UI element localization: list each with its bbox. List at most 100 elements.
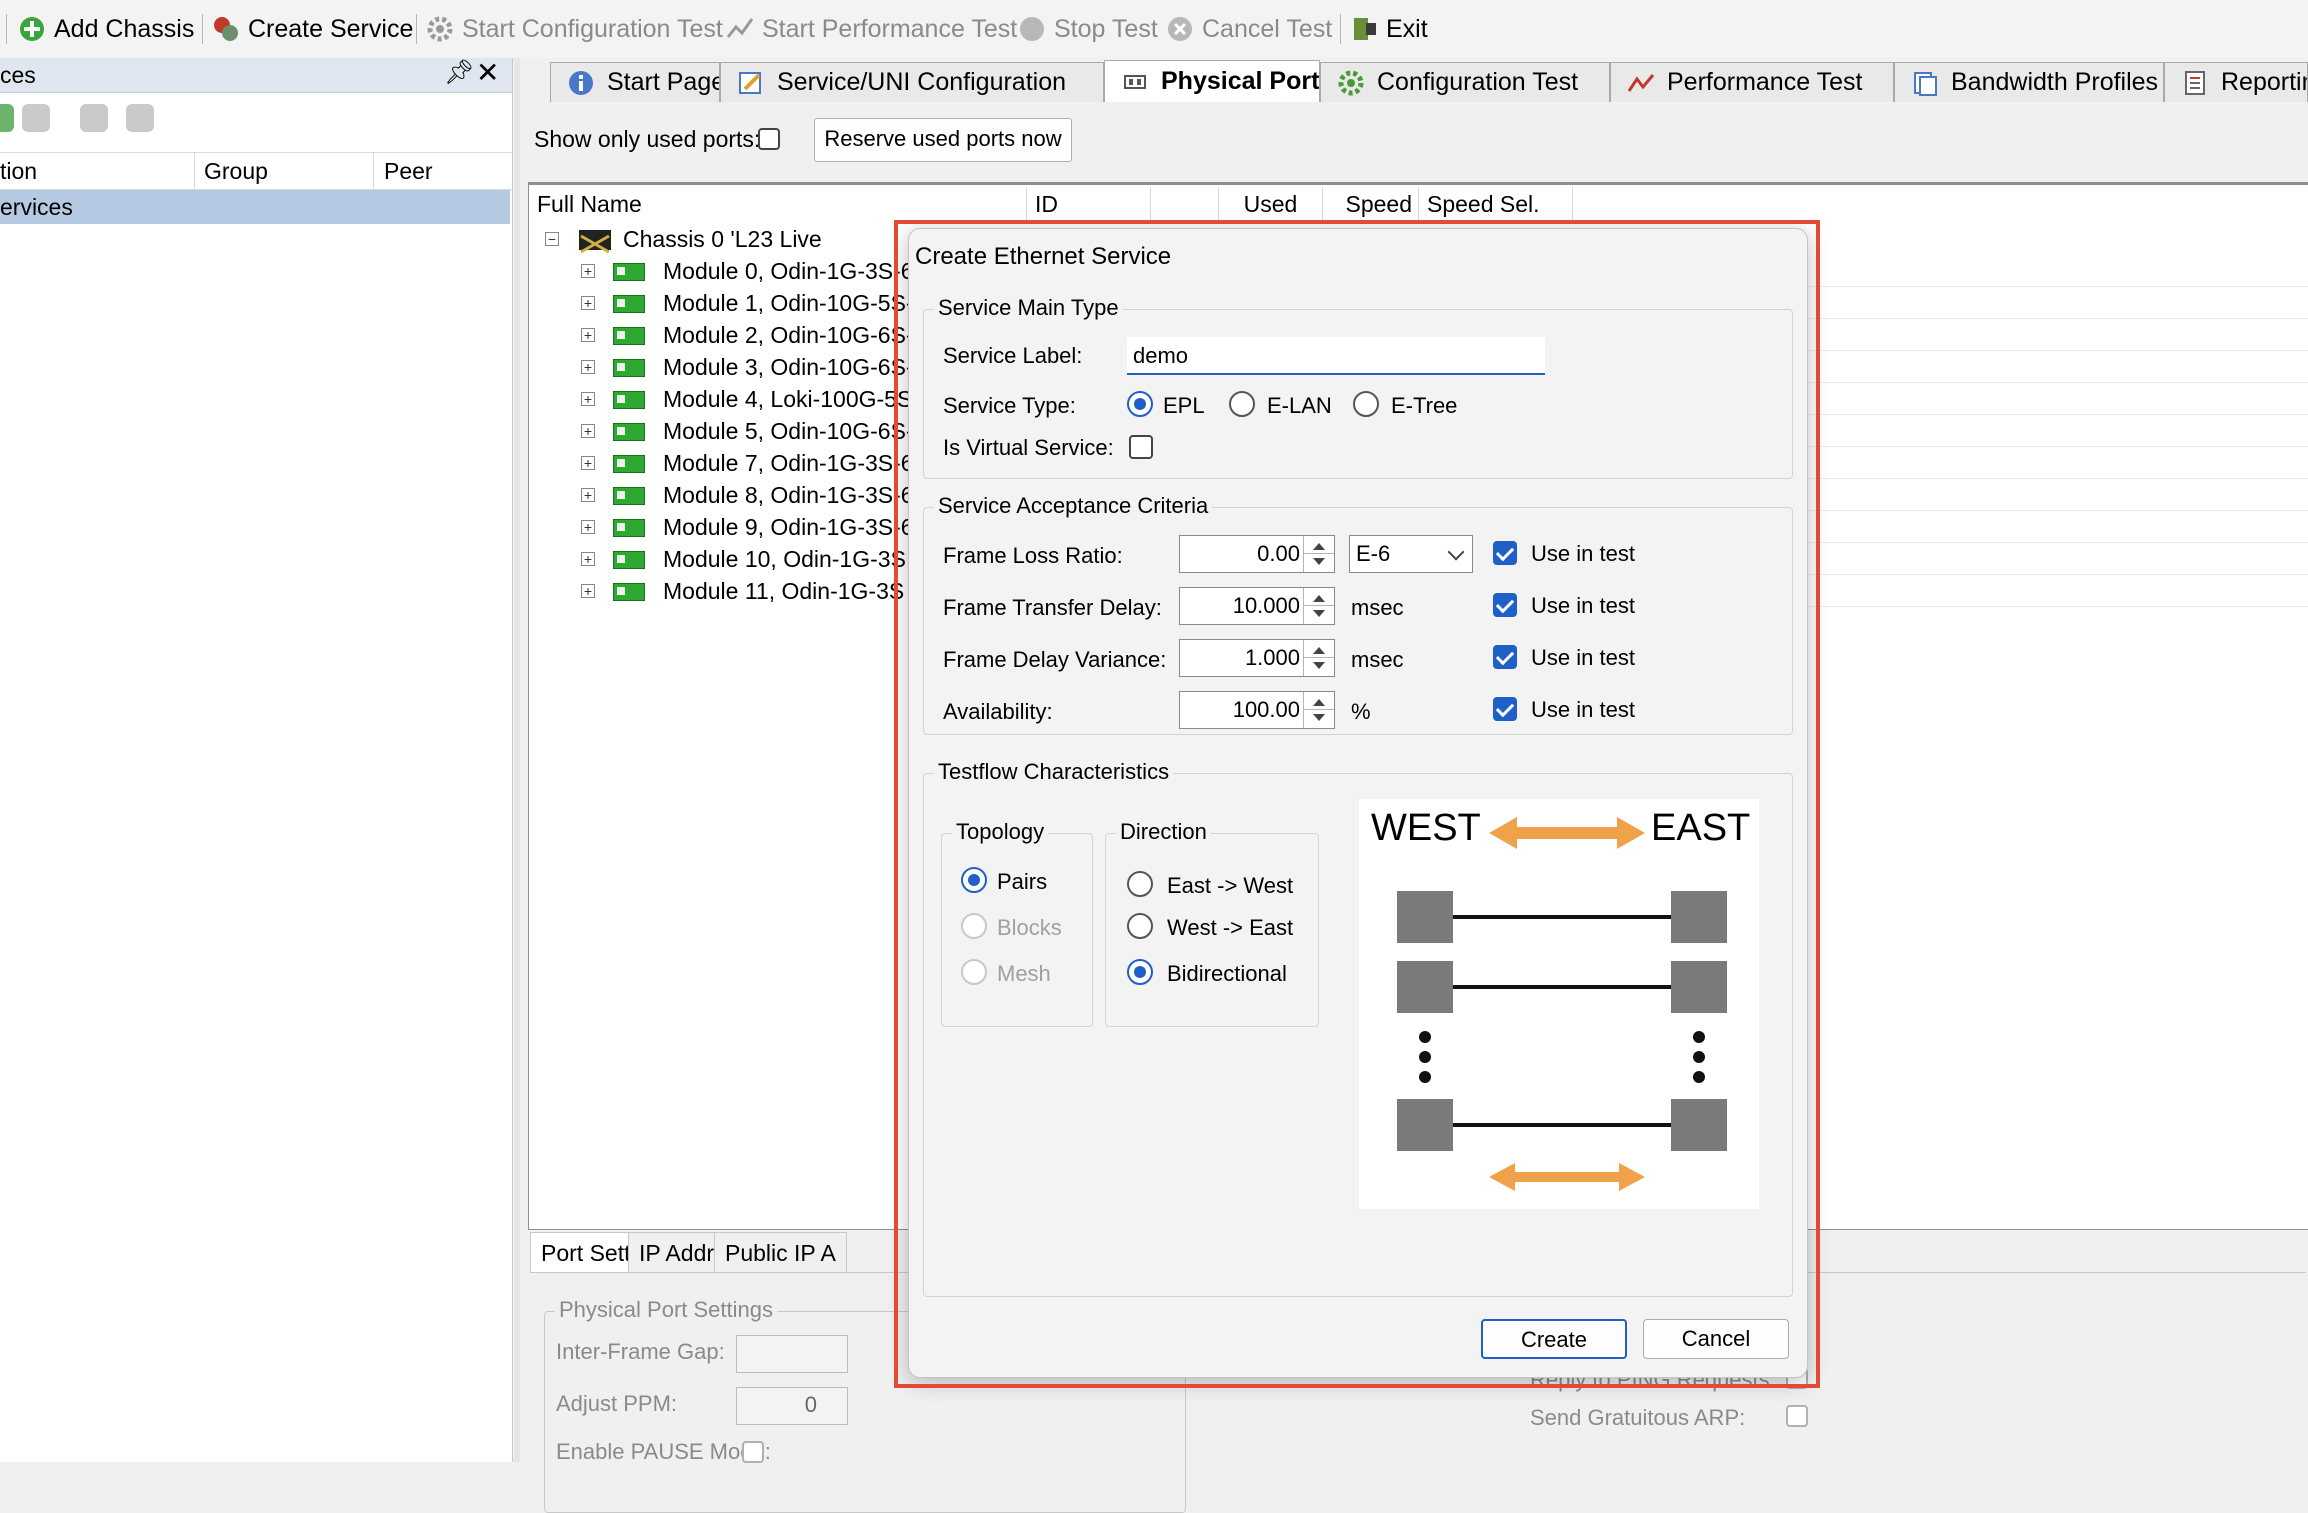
add-service-icon[interactable] xyxy=(0,104,14,132)
info-icon xyxy=(567,69,595,97)
services-panel: ces 📌︎ ✕ tion Group Peer ervices xyxy=(0,56,513,1462)
ports-icon xyxy=(1121,68,1149,96)
stop-test-button[interactable]: Stop Test xyxy=(1018,10,1158,48)
expand-icon[interactable]: + xyxy=(581,552,595,566)
start-configuration-test-button[interactable]: Start Configuration Test xyxy=(426,10,723,48)
column-group[interactable]: Group xyxy=(194,153,374,189)
tab-reporting[interactable]: Reportin xyxy=(2164,62,2308,102)
pin-icon[interactable]: 📌︎ xyxy=(444,58,474,87)
tab-start-page[interactable]: Start Page xyxy=(550,62,720,102)
chassis-label: Chassis 0 'L23 Live xyxy=(623,226,822,252)
tab-physical-ports[interactable]: Physical Ports xyxy=(1104,60,1320,102)
physical-port-settings-title: Physical Port Settings xyxy=(555,1297,777,1323)
module-icon xyxy=(613,359,645,377)
tab-performance-test[interactable]: Performance Test xyxy=(1610,62,1894,102)
cancel-test-label: Cancel Test xyxy=(1202,14,1333,43)
column-speed[interactable]: Speed xyxy=(1323,187,1419,221)
toolbar-separator xyxy=(202,14,203,44)
add-chassis-button[interactable]: Add Chassis xyxy=(18,10,194,48)
module-icon xyxy=(613,263,645,281)
column-used[interactable]: Used xyxy=(1219,187,1323,221)
remove-service-icon[interactable] xyxy=(22,104,50,132)
expand-icon[interactable]: + xyxy=(581,360,595,374)
module-icon xyxy=(613,295,645,313)
create-service-button[interactable]: Create Service xyxy=(212,10,413,48)
module-icon xyxy=(613,519,645,537)
module-icon xyxy=(613,487,645,505)
module-label: Module 0, Odin-1G-3S-6 xyxy=(663,258,914,284)
add-icon xyxy=(18,15,46,43)
services-panel-header: ces 📌︎ ✕ xyxy=(0,56,512,93)
services-row-label: ervices xyxy=(0,194,73,220)
module-label: Module 5, Odin-10G-6S- xyxy=(663,418,914,444)
tab-bandwidth-profiles-label: Bandwidth Profiles xyxy=(1951,68,2159,96)
expand-icon[interactable]: + xyxy=(581,456,595,470)
column-speed-sel[interactable]: Speed Sel. xyxy=(1419,187,1573,221)
cancel-icon xyxy=(1166,15,1194,43)
copy-icon[interactable] xyxy=(80,104,108,132)
column-id[interactable]: ID xyxy=(1027,187,1151,221)
tab-service-uni-configuration[interactable]: Service/UNI Configuration xyxy=(720,62,1104,102)
toolbar-separator xyxy=(6,14,7,44)
send-arp-checkbox[interactable] xyxy=(1786,1405,1808,1427)
module-label: Module 8, Odin-1G-3S-6 xyxy=(663,482,914,508)
module-icon xyxy=(613,583,645,601)
module-label: Module 7, Odin-1G-3S-6 xyxy=(663,450,914,476)
performance-icon xyxy=(726,15,754,43)
column-full-name[interactable]: Full Name xyxy=(529,187,1027,221)
create-service-icon xyxy=(212,15,240,43)
exit-icon xyxy=(1350,15,1378,43)
red-highlight-frame xyxy=(894,220,1820,1388)
show-used-ports-checkbox[interactable] xyxy=(758,128,780,150)
tab-public-ip[interactable]: Public IP A xyxy=(714,1232,847,1273)
column-spacer xyxy=(1151,187,1219,221)
expand-icon[interactable]: + xyxy=(581,328,595,342)
services-row-selected[interactable]: ervices xyxy=(0,190,510,224)
module-icon xyxy=(613,327,645,345)
tab-configuration-test-label: Configuration Test xyxy=(1377,68,1579,96)
column-description[interactable]: tion xyxy=(0,153,195,189)
gear-icon xyxy=(1337,69,1365,97)
adjust-ppm-value: 0 xyxy=(804,1392,817,1417)
column-peer[interactable]: Peer xyxy=(374,153,510,189)
reserve-used-ports-button[interactable]: Reserve used ports now xyxy=(814,118,1072,162)
expand-icon[interactable]: + xyxy=(581,488,595,502)
expand-icon[interactable]: + xyxy=(581,584,595,598)
exit-button[interactable]: Exit xyxy=(1350,10,1428,48)
services-panel-title: ces xyxy=(0,62,36,88)
close-icon[interactable]: ✕ xyxy=(476,56,499,89)
pages-icon xyxy=(1911,69,1939,97)
tab-physical-ports-label: Physical Ports xyxy=(1161,67,1320,95)
start-performance-test-label: Start Performance Test xyxy=(762,14,1018,43)
inter-frame-gap-field[interactable] xyxy=(736,1335,848,1373)
tab-start-page-label: Start Page xyxy=(607,68,720,96)
graph-icon xyxy=(1627,69,1655,97)
tab-reporting-label: Reportin xyxy=(2221,68,2308,96)
services-toolstrip xyxy=(0,94,512,144)
paste-icon[interactable] xyxy=(126,104,154,132)
enable-pause-checkbox[interactable] xyxy=(742,1441,764,1463)
cancel-test-button[interactable]: Cancel Test xyxy=(1166,10,1332,48)
start-performance-test-button[interactable]: Start Performance Test xyxy=(726,10,1017,48)
expand-icon[interactable]: + xyxy=(581,296,595,310)
toolbar-separator xyxy=(416,14,417,44)
expand-icon[interactable]: + xyxy=(581,264,595,278)
main-toolbar: Add Chassis Create Service Start Configu… xyxy=(0,0,2308,59)
expand-icon[interactable]: + xyxy=(581,424,595,438)
gear-icon xyxy=(426,15,454,43)
module-label: Module 3, Odin-10G-6S- xyxy=(663,354,914,380)
expand-icon[interactable]: + xyxy=(581,392,595,406)
collapse-icon[interactable]: − xyxy=(545,232,559,246)
expand-icon[interactable]: + xyxy=(581,520,595,534)
adjust-ppm-label: Adjust PPM: xyxy=(556,1391,678,1416)
edit-icon xyxy=(737,69,765,97)
tab-service-uni-configuration-label: Service/UNI Configuration xyxy=(777,68,1067,96)
send-arp-label: Send Gratuitous ARP: xyxy=(1530,1405,1746,1430)
adjust-ppm-field[interactable]: 0 xyxy=(736,1387,848,1425)
tab-bandwidth-profiles[interactable]: Bandwidth Profiles xyxy=(1894,62,2164,102)
enable-pause-label: Enable PAUSE Mode: xyxy=(556,1439,771,1464)
create-service-label: Create Service xyxy=(248,14,414,43)
tab-performance-test-label: Performance Test xyxy=(1667,68,1863,96)
toolbar-separator xyxy=(1340,14,1341,44)
tab-configuration-test[interactable]: Configuration Test xyxy=(1320,62,1610,102)
